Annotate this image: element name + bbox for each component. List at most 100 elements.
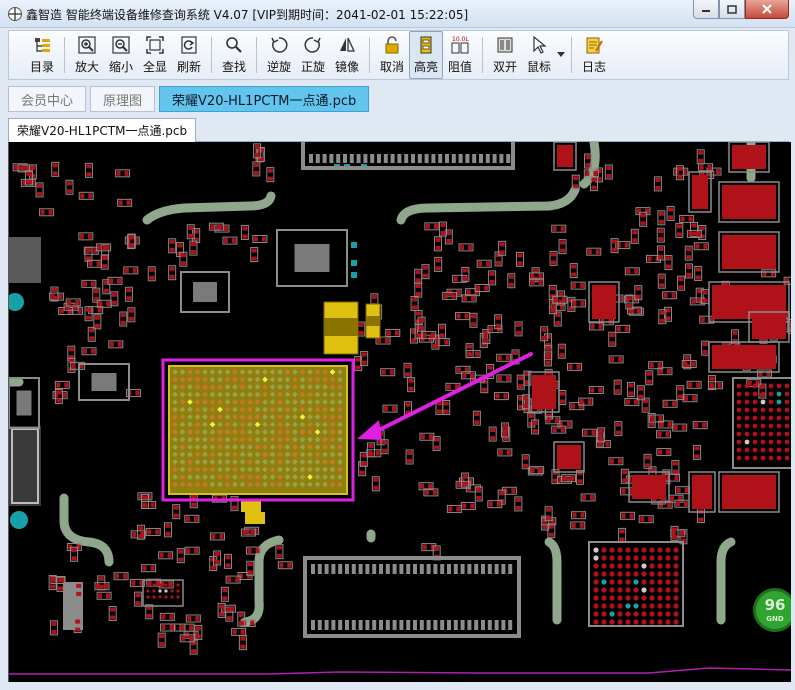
tab-member-center[interactable]: 会员中心	[8, 86, 87, 112]
smd-pad	[464, 313, 469, 319]
bga-ball	[601, 595, 607, 601]
smd-pad	[615, 422, 621, 427]
smd-pad	[150, 565, 155, 571]
smd-pad	[597, 433, 603, 438]
smd-pad	[640, 516, 645, 522]
bga-ball	[176, 583, 180, 587]
smd-pad	[109, 341, 114, 347]
smd-pad	[518, 376, 524, 381]
refresh-label: 刷新	[176, 60, 201, 74]
highlight-button[interactable]: 高亮	[409, 31, 443, 79]
smd-pad	[550, 286, 556, 291]
bga-ball	[752, 391, 758, 397]
gnd-test-point[interactable]: 96 GND	[753, 588, 791, 632]
smd-pad	[52, 171, 58, 176]
smd-pad	[632, 230, 638, 235]
tab-document-pcb[interactable]: 荣耀V20-HL1PCTM一点通.pcb	[8, 118, 197, 143]
pcb-canvas[interactable]: 96 GND	[8, 142, 791, 682]
smd-pad	[489, 279, 495, 284]
tab-pcb-file[interactable]: 荣耀V20-HL1PCTM一点通.pcb	[159, 86, 370, 112]
smd-pad	[571, 264, 577, 269]
smd-pad	[702, 298, 708, 303]
mirror-button[interactable]: 镜像	[330, 31, 364, 79]
bga-ball	[736, 383, 742, 389]
smd-pad	[663, 292, 668, 298]
rotate-cw-label: 正旋	[300, 60, 325, 74]
log-button[interactable]: 日志	[577, 31, 611, 79]
tab-schematic[interactable]: 原理图	[90, 86, 156, 112]
smd-pad	[559, 353, 565, 358]
smd-pad	[189, 635, 194, 641]
fit-all-button[interactable]: 全显	[138, 31, 172, 79]
bga-ball	[784, 415, 790, 421]
smd-pad	[571, 522, 576, 528]
smd-pad	[634, 268, 639, 274]
smd-pad	[68, 347, 74, 352]
smd-pad	[103, 583, 108, 589]
smd-pad	[570, 403, 575, 409]
smd-pad	[240, 636, 246, 641]
smd-pad	[499, 491, 505, 496]
toolbar-divider	[64, 37, 65, 73]
bga-ball	[625, 563, 631, 569]
smd-pad	[142, 565, 147, 571]
cancel-button[interactable]: 取消	[375, 31, 409, 79]
connector-pin	[356, 154, 361, 163]
smd-pad	[126, 288, 132, 293]
zoom-out-button[interactable]: 缩小	[104, 31, 138, 79]
bga-ball	[649, 611, 655, 617]
bga-ball	[736, 399, 742, 405]
smd-pad	[225, 563, 231, 568]
smd-pad	[358, 323, 364, 328]
smd-pad	[476, 495, 482, 500]
bga-ball	[768, 455, 774, 461]
dual-open-button[interactable]: 双开	[488, 31, 522, 79]
refresh-button[interactable]: 刷新	[172, 31, 206, 79]
smd-pad	[222, 588, 228, 593]
smd-pad	[214, 551, 220, 556]
smd-pad	[223, 226, 228, 232]
smd-pad	[231, 238, 236, 244]
bga-ball	[593, 563, 599, 569]
smd-pad	[658, 246, 664, 251]
bga-ball	[768, 407, 774, 413]
rotate-cw-button[interactable]: 正旋	[296, 31, 330, 79]
smd-pad	[606, 174, 612, 179]
find-button[interactable]: 查找	[217, 31, 251, 79]
smd-pad	[219, 604, 225, 609]
bga-ball	[760, 431, 766, 437]
pcb-board-view[interactable]	[9, 142, 791, 682]
mouse-dropdown[interactable]	[556, 31, 566, 79]
smd-pad	[250, 620, 255, 626]
smd-pad	[496, 501, 501, 507]
smd-pad	[71, 548, 77, 553]
bga-ball	[641, 603, 647, 609]
close-button[interactable]	[745, 0, 789, 19]
bga-ball	[641, 579, 647, 585]
bga-ball	[673, 571, 679, 577]
zoom-in-button[interactable]: 放大	[70, 31, 104, 79]
ic-body	[193, 282, 217, 302]
bga-ball	[633, 619, 639, 625]
maximize-button[interactable]	[719, 0, 745, 19]
smd-pad	[649, 362, 654, 368]
connector-pin	[372, 564, 377, 574]
rotate-ccw-button[interactable]: 逆旋	[262, 31, 296, 79]
mouse-button[interactable]: 鼠标	[522, 31, 556, 79]
smd-pad	[703, 243, 708, 249]
bga-ball	[736, 415, 742, 421]
highlighted-chip[interactable]	[161, 358, 355, 502]
smd-pad	[559, 391, 565, 396]
catalog-button[interactable]: 目录	[25, 31, 59, 79]
minimize-button[interactable]	[693, 0, 719, 19]
bga-ball	[609, 611, 615, 617]
smd-pad	[108, 278, 113, 284]
smd-pad	[666, 368, 671, 374]
resistance-button[interactable]: 10.0L 阻值	[443, 31, 477, 79]
smd-pad	[502, 423, 508, 428]
smd-pad	[470, 322, 476, 327]
bga-ball	[641, 611, 647, 617]
window-controls	[693, 0, 789, 20]
smd-pad	[76, 583, 82, 588]
ic-body	[294, 244, 330, 272]
